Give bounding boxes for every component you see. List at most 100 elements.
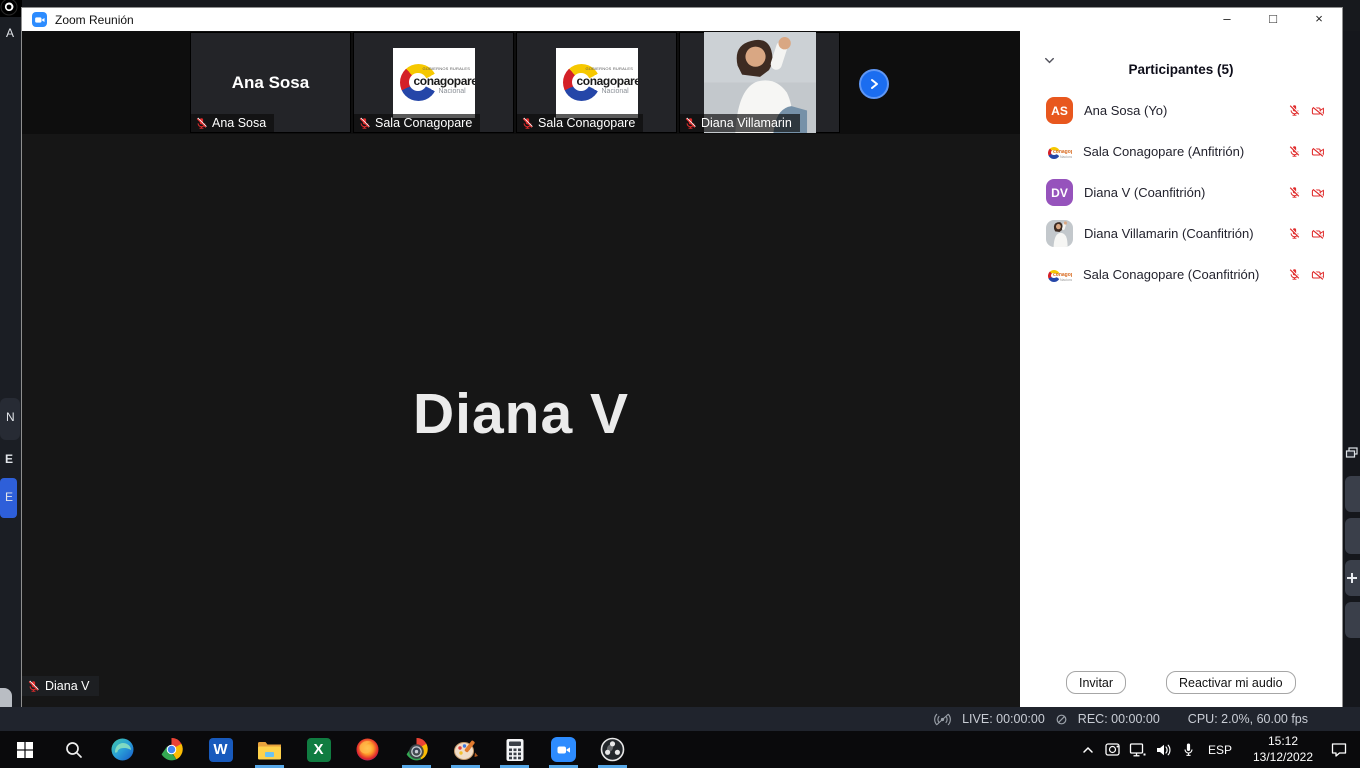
word-icon: W: [209, 738, 233, 762]
window-title: Zoom Reunión: [55, 13, 134, 27]
conagopare-logo: GOBIERNOS RURALES conagopare Nacional: [393, 48, 475, 118]
taskbar-chrome-profile-button[interactable]: [392, 731, 441, 768]
taskbar-word-button[interactable]: W: [196, 731, 245, 768]
participant-row[interactable]: AS Ana Sosa (Yo): [1020, 90, 1342, 131]
mic-muted-icon: [358, 117, 371, 130]
tray-obs-icon[interactable]: [1104, 741, 1121, 758]
tray-date: 13/12/2022: [1244, 750, 1322, 766]
cpu-fps-status: CPU: 2.0%, 60.00 fps: [1188, 712, 1308, 726]
unmute-audio-button[interactable]: Reactivar mi audio: [1166, 671, 1296, 694]
collapse-panel-chevron-icon[interactable]: [1042, 53, 1057, 68]
notification-center-icon[interactable]: [1330, 741, 1348, 758]
thumbnail-label: Diana Villamarin: [701, 116, 792, 130]
clock[interactable]: 15:12 13/12/2022: [1244, 734, 1322, 765]
minimize-button[interactable]: –: [1204, 8, 1250, 31]
mic-muted-icon: [1288, 186, 1301, 199]
tray-microphone-icon[interactable]: [1181, 742, 1196, 758]
edge-icon: [110, 737, 135, 762]
taskbar-chrome-button[interactable]: [147, 731, 196, 768]
maximize-button[interactable]: □: [1250, 8, 1296, 31]
taskbar-firefox-button[interactable]: [343, 731, 392, 768]
participant-row[interactable]: DV Diana V (Coanfitrión): [1020, 172, 1342, 213]
background-letter-n: N: [6, 410, 15, 424]
tray-chevron-up-icon[interactable]: [1080, 742, 1096, 758]
thumbnail-name-tag: Diana Villamarin: [680, 114, 800, 132]
participant-row[interactable]: conagopare Nacional Sala Conagopare (Anf…: [1020, 131, 1342, 172]
background-windows-overlap-icon: [1345, 446, 1359, 465]
avatar-photo: [1046, 220, 1073, 247]
next-page-button[interactable]: [859, 69, 889, 99]
rec-timer: REC: 00:00:00: [1078, 712, 1160, 726]
window-titlebar: Zoom Reunión – □ ×: [22, 8, 1342, 31]
background-button-sliver: [1345, 518, 1360, 554]
background-button-sliver: [1345, 602, 1360, 638]
taskbar-search-button[interactable]: [49, 731, 98, 768]
camera-off-icon: [1310, 268, 1326, 282]
logo-top-text: GOBIERNOS RURALES: [586, 66, 634, 71]
chrome-profile-icon: [404, 737, 429, 762]
start-button[interactable]: [0, 731, 49, 768]
avatar-initials: AS: [1046, 97, 1073, 124]
taskbar-calculator-button[interactable]: [490, 731, 539, 768]
windows-taskbar: W X: [0, 731, 1360, 768]
participant-name: Diana V (Coanfitrión): [1084, 185, 1205, 200]
mic-muted-icon: [684, 117, 697, 130]
obs-studio-icon: [600, 737, 625, 762]
logo-main-text: conagopare: [414, 74, 475, 88]
video-thumbnail-sala-conagopare-2[interactable]: GOBIERNOS RURALES conagopare Nacional Sa…: [516, 32, 677, 133]
participant-row[interactable]: conagopare Nacional Sala Conagopare (Coa…: [1020, 254, 1342, 295]
mic-muted-icon: [27, 680, 40, 693]
mic-muted-icon: [1288, 145, 1301, 158]
avatar-conagopare-logo: conagopare Nacional: [1046, 262, 1072, 288]
participants-panel: Participantes (5) AS Ana Sosa (Yo) conag…: [1020, 31, 1342, 707]
taskbar-obs-button[interactable]: [588, 731, 637, 768]
mic-muted-icon: [1288, 268, 1301, 281]
self-video-name-tag: Diana V: [22, 676, 99, 696]
logo-sub-text: Nacional: [1060, 278, 1072, 282]
file-explorer-icon: [257, 739, 282, 761]
video-thumbnail-sala-conagopare-1[interactable]: GOBIERNOS RURALES conagopare Nacional Sa…: [353, 32, 514, 133]
conagopare-logo: GOBIERNOS RURALES conagopare Nacional: [556, 48, 638, 118]
chrome-icon: [159, 737, 184, 762]
background-app-right-edge: [1342, 31, 1360, 707]
background-letter-a: A: [6, 26, 14, 40]
participant-name: Diana Villamarin (Coanfitrión): [1084, 226, 1254, 241]
thumbnail-name-tag: Sala Conagopare: [354, 114, 480, 132]
windows-logo-icon: [15, 740, 35, 760]
invite-button[interactable]: Invitar: [1066, 671, 1126, 694]
participant-row[interactable]: Diana Villamarin (Coanfitrión): [1020, 213, 1342, 254]
taskbar-zoom-button[interactable]: [539, 731, 588, 768]
system-tray: ESP 15:12 13/12/2022: [1080, 734, 1360, 765]
close-button[interactable]: ×: [1296, 8, 1342, 31]
mic-muted-icon: [521, 117, 534, 130]
paint-icon: [453, 738, 479, 762]
background-letter-e: E: [5, 452, 13, 466]
zoom-meeting-window: Zoom Reunión – □ × Ana Sosa Ana Sosa: [22, 8, 1342, 707]
participants-title: Participantes (5): [1128, 62, 1233, 77]
taskbar-paint-button[interactable]: [441, 731, 490, 768]
zoom-app-icon: [551, 737, 576, 762]
camera-off-icon: [1310, 145, 1326, 159]
video-thumbnail-ana-sosa[interactable]: Ana Sosa Ana Sosa: [190, 32, 351, 133]
logo-sub-text: Nacional: [602, 88, 629, 95]
video-thumbnail-diana-villamarin[interactable]: Diana Villamarin: [679, 32, 840, 133]
logo-sub-text: Nacional: [1060, 155, 1072, 159]
taskbar-file-explorer-button[interactable]: [245, 731, 294, 768]
stream-signal-icon: [932, 712, 953, 727]
tray-volume-icon[interactable]: [1155, 742, 1173, 758]
video-thumbnail-strip: Ana Sosa Ana Sosa GOBIERNOS RURALES cona…: [22, 31, 1020, 134]
taskbar-excel-button[interactable]: X: [294, 731, 343, 768]
logo-main-text: conagopare: [577, 74, 638, 88]
active-speaker-name: Diana V: [22, 381, 1020, 447]
avatar-initials: DV: [1046, 179, 1073, 206]
tray-network-icon[interactable]: [1129, 742, 1147, 758]
avatar-conagopare-logo: conagopare Nacional: [1046, 139, 1072, 165]
taskbar-edge-button[interactable]: [98, 731, 147, 768]
participant-name: Sala Conagopare (Anfitrión): [1083, 144, 1244, 159]
background-letter-e2: E: [5, 490, 13, 504]
mic-muted-icon: [1288, 104, 1301, 117]
language-indicator[interactable]: ESP: [1204, 743, 1236, 757]
live-timer: LIVE: 00:00:00: [962, 712, 1045, 726]
mic-muted-icon: [195, 117, 208, 130]
excel-icon: X: [307, 738, 331, 762]
